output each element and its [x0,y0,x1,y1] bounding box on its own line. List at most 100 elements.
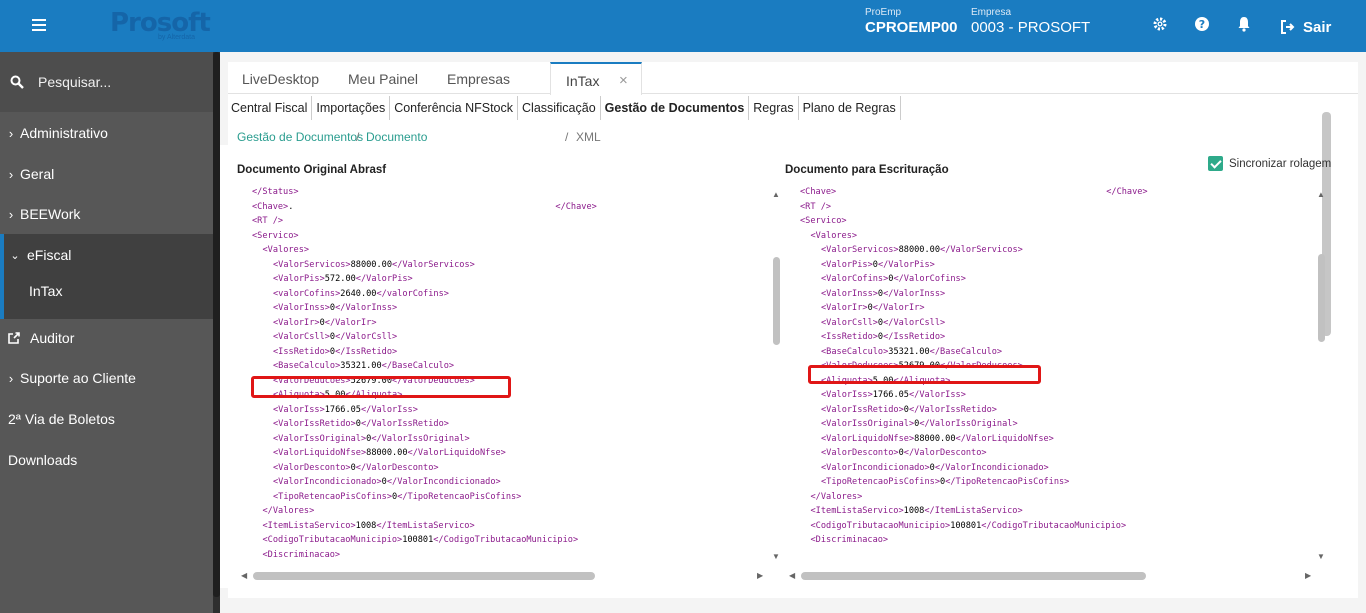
xml-close-tag: </TipoRetencaoPisCofins> [397,491,522,502]
xml-open-tag: <CodigoTributacaoMunicipio> [262,535,403,545]
xml-close-tag: </TipoRetencaoPisCofins> [945,477,1070,487]
tab-meu-painel[interactable]: Meu Painel [348,62,418,94]
tab-intax[interactable]: InTax × [550,62,642,95]
empresa-value[interactable]: 0003 - PROSOFT [971,19,1090,36]
help-icon[interactable]: ? [1194,16,1214,36]
xml-line: <valorCofins>2640.00</valorCofins> [273,287,449,302]
sidebar-item-administrativo[interactable]: › Administrativo [0,113,214,153]
right-hscroll-thumb[interactable] [801,572,1146,580]
xml-close-tag: </ValorIss> [908,390,966,400]
subnav-classificacao[interactable]: Classificação [518,96,601,120]
xml-open-tag: <BaseCalculo> [273,361,341,371]
breadcrumb-separator: / [565,130,569,144]
xml-open-tag: <ValorInss> [273,303,330,313]
xml-close-tag: </ValorPis> [355,274,413,284]
xml-value: 88000.00 [898,245,941,255]
xml-close-tag: </ValorIssOriginal> [919,419,1018,429]
xml-value: 35321.00 [340,361,382,371]
xml-open-tag: <valorCofins> [273,288,341,299]
xml-close-tag: </Chave> [555,201,597,212]
scroll-right-arrow[interactable]: ▶ [1305,571,1311,580]
close-icon[interactable]: × [619,64,628,98]
scroll-down-arrow[interactable]: ▼ [1317,552,1325,561]
sync-scroll-label: Sincronizar rolagem [1229,157,1332,170]
breadcrumb-gestao[interactable]: Gestão de Documentos [237,130,363,144]
xml-open-tag: <ValorLiquidoNfse> [821,433,915,444]
subnav-importacoes[interactable]: Importações [312,96,391,120]
xml-line: <CodigoTributacaoMunicipio>100801</Codig… [811,519,1127,534]
sidebar-search[interactable]: Pesquisar... [0,52,220,112]
logo-subtitle: by Alterdata [158,34,195,41]
xml-open-tag: </Status> [252,187,299,197]
xml-line: <ValorInss>0</ValorInss> [273,301,397,316]
scroll-right-arrow[interactable]: ▶ [757,571,763,580]
xml-open-tag: <RT /> [252,216,284,226]
xml-close-tag: </ValorCofins> [893,274,966,284]
check-icon [1208,156,1223,171]
xml-line: <ValorIssRetido>0</ValorIssRetido> [821,403,997,418]
left-xml-viewer[interactable]: </Status> <Chave>. </Chave> <RT /> <Servico>… [237,179,771,567]
sidebar-item-boletos[interactable]: 2ª Via de Boletos [0,399,214,439]
xml-close-tag: </ValorIssRetido> [908,404,997,415]
xml-open-tag: <ValorInss> [821,288,878,299]
proemp-value[interactable]: CPROEMP00 [865,19,958,36]
highlight-box [251,376,511,398]
xml-close-tag: </ValorIss> [360,404,418,415]
xml-line: <ValorIssRetido>0</ValorIssRetido> [273,417,449,432]
scroll-up-arrow[interactable]: ▲ [772,190,780,199]
tab-livedesktop[interactable]: LiveDesktop [242,62,319,94]
scroll-down-arrow[interactable]: ▼ [772,552,780,561]
subnav-central-fiscal[interactable]: Central Fiscal [227,96,313,120]
xml-open-tag: </Valores> [262,506,315,516]
left-hscroll-thumb[interactable] [253,572,595,580]
xml-open-tag: <TipoRetencaoPisCofins> [273,491,392,502]
sync-scroll-checkbox[interactable]: Sincronizar rolagem [1208,156,1331,171]
xml-value: 1766.05 [872,390,909,400]
bell-icon[interactable] [1236,16,1256,36]
xml-open-tag: <ValorDesconto> [821,448,899,458]
sidebar-item-efiscal[interactable]: ⌄ eFiscal [0,235,214,275]
xml-value: 1766.05 [324,404,361,415]
xml-open-tag: <ValorIssOriginal> [273,433,367,444]
scroll-left-arrow[interactable]: ◀ [789,571,795,580]
xml-line: <Servico> [252,229,299,244]
xml-close-tag: </ValorLiquidoNfse> [955,433,1054,444]
xml-line: <ValorLiquidoNfse>88000.00</ValorLiquido… [821,432,1054,447]
breadcrumb-documento[interactable]: Documento [366,130,427,144]
sidebar-item-suporte[interactable]: › Suporte ao Cliente [0,358,214,398]
sidebar-item-auditor[interactable]: Auditor [0,318,214,358]
search-input[interactable]: Pesquisar... [38,74,111,90]
sidebar-scroll-thumb[interactable] [213,52,220,597]
logout-button[interactable]: Sair [1281,16,1331,38]
xml-open-tag: <ValorServicos> [821,245,899,255]
menu-icon[interactable] [28,16,50,36]
xml-line: <Servico> [800,214,847,229]
xml-value: 572.00 [324,274,356,284]
xml-line: <ValorIncondicionado>0</ValorIncondicion… [273,475,501,490]
xml-open-tag: <ValorPis> [821,259,873,270]
sidebar-item-intax[interactable]: InTax [0,271,214,311]
sidebar-item-downloads[interactable]: Downloads [0,440,214,480]
subnav-gestao-documentos[interactable]: Gestão de Documentos [601,96,750,120]
sidebar-item-beework[interactable]: › BEEWork [0,194,214,234]
left-vscroll-thumb[interactable] [773,257,780,345]
xml-line: <ValorIr>0</ValorIr> [821,301,925,316]
subnav-plano-regras[interactable]: Plano de Regras [799,96,901,120]
xml-value: 88000.00 [366,448,408,458]
scroll-up-arrow[interactable]: ▲ [1317,190,1325,199]
xml-line: <BaseCalculo>35321.00</BaseCalculo> [821,345,1002,360]
subnav-regras[interactable]: Regras [749,96,799,120]
xml-open-tag: <ValorIssOriginal> [821,419,915,429]
logout-label: Sair [1303,18,1332,36]
gear-icon[interactable] [1152,16,1172,36]
xml-close-tag: </ValorIssRetido> [360,419,449,429]
tab-empresas[interactable]: Empresas [447,62,510,94]
scroll-left-arrow[interactable]: ◀ [241,571,247,580]
subnav-conferencia-nfstock[interactable]: Conferência NFStock [390,96,519,120]
xml-line: <ValorPis>0</ValorPis> [821,258,935,273]
xml-line: <ItemListaServico>1008</ItemListaServico… [263,519,475,534]
right-vscroll-thumb[interactable] [1318,254,1325,342]
xml-close-tag: </ValorInss> [883,288,946,299]
xml-open-tag: <ItemListaServico> [810,506,904,516]
sidebar-item-geral[interactable]: › Geral [0,154,214,194]
